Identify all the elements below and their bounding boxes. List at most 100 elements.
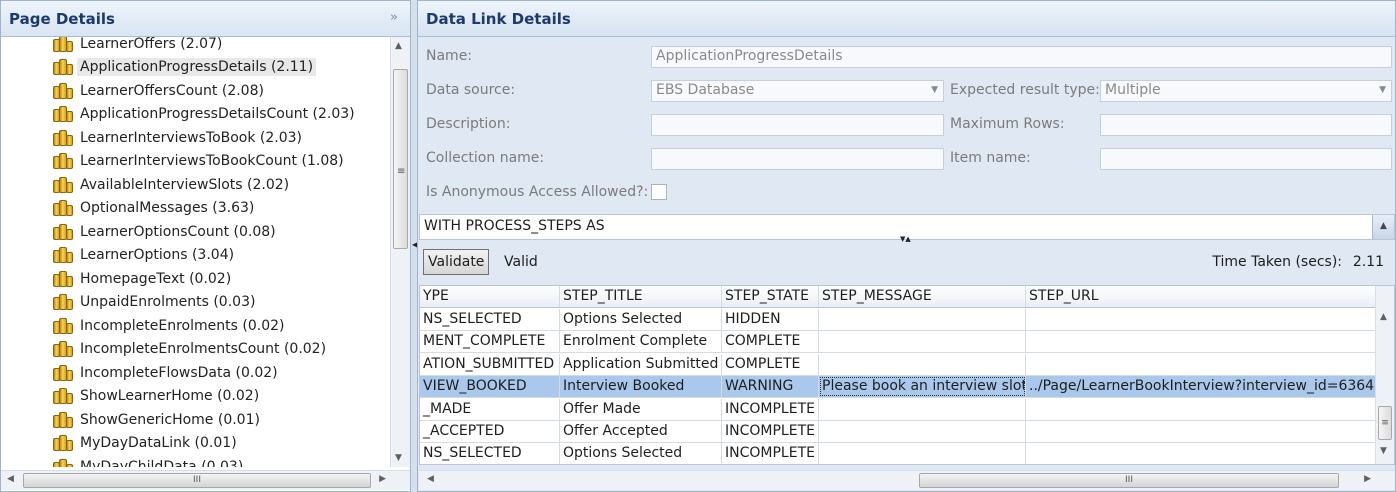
column-header[interactable]: STEP_TITLE (560, 286, 722, 307)
column-header[interactable]: STEP_MESSAGE (819, 286, 1026, 307)
table-cell[interactable]: INCOMPLETE (722, 443, 819, 464)
table-cell[interactable] (1026, 443, 1378, 464)
description-field[interactable] (651, 114, 944, 136)
table-cell[interactable]: Offer Made (560, 398, 722, 420)
maximum-rows-field[interactable] (1100, 114, 1392, 136)
table-cell[interactable]: WARNING (722, 376, 819, 398)
table-row[interactable]: _ACCEPTED Offer Accepted INCOMPLETE (420, 421, 1378, 443)
table-cell[interactable] (819, 309, 1026, 330)
scroll-left-icon[interactable]: ◀ (7, 474, 14, 484)
scroll-thumb[interactable]: ≡ (393, 69, 408, 249)
table-cell[interactable] (819, 398, 1026, 420)
tree-item[interactable]: LearnerOffers (2.07) (53, 37, 225, 55)
tree-item[interactable]: IncompleteFlowsData (0.02) (53, 361, 281, 384)
scroll-right-icon[interactable]: ▶ (379, 474, 386, 484)
table-row[interactable]: NS_SELECTED Options Selected HIDDEN (420, 309, 1378, 331)
table-cell[interactable]: _MADE (420, 398, 560, 420)
table-cell[interactable]: COMPLETE (722, 331, 819, 353)
table-cell[interactable] (1026, 353, 1378, 375)
tree-item[interactable]: LearnerOptionsCount (0.08) (53, 220, 279, 243)
tree-item[interactable]: HomepageText (0.02) (53, 267, 234, 290)
expected-result-select[interactable]: Multiple ▼ (1100, 80, 1392, 102)
scroll-down-icon[interactable]: ▼ (1380, 446, 1387, 456)
datasource-select[interactable]: EBS Database ▼ (651, 80, 944, 102)
scroll-left-icon[interactable]: ◀ (427, 474, 434, 484)
table-row[interactable]: _MADE Offer Made INCOMPLETE (420, 398, 1378, 421)
table-cell[interactable]: Offer Accepted (560, 421, 722, 442)
table-cell[interactable] (1026, 309, 1378, 330)
table-cell[interactable]: Interview Booked (560, 376, 722, 398)
scroll-up-icon[interactable]: ▲ (395, 41, 402, 51)
table-cell[interactable] (819, 353, 1026, 375)
table-cell[interactable]: Enrolment Complete (560, 331, 722, 353)
tree-item[interactable]: ShowLearnerHome (0.02) (53, 385, 262, 408)
scroll-up-icon[interactable]: ▲ (1380, 312, 1387, 322)
table-cell[interactable]: Options Selected (560, 309, 722, 330)
scroll-right-icon[interactable]: ▶ (1364, 474, 1371, 484)
scroll-up-icon[interactable]: ▲ (1372, 215, 1394, 239)
tree-item[interactable]: LearnerInterviewsToBook (2.03) (53, 126, 305, 149)
table-cell[interactable]: NS_SELECTED (420, 309, 560, 330)
database-icon (53, 105, 75, 123)
table-cell[interactable] (819, 331, 1026, 353)
page-details-title: Page Details (9, 9, 115, 28)
tree-item[interactable]: LearnerOffersCount (2.08) (53, 79, 267, 102)
tree-item[interactable]: LearnerOptions (3.04) (53, 244, 237, 267)
database-icon (53, 129, 75, 147)
validate-button[interactable]: Validate (423, 249, 490, 275)
name-field[interactable]: ApplicationProgressDetails (651, 46, 1392, 68)
table-row[interactable]: NS_SELECTED Options Selected INCOMPLETE (420, 443, 1378, 464)
table-cell[interactable]: VIEW_BOOKED (420, 376, 560, 398)
table-cell[interactable] (1026, 331, 1378, 353)
scroll-down-icon[interactable]: ▼ (395, 453, 402, 463)
table-cell[interactable]: Application Submitted (560, 353, 722, 375)
tree-item[interactable]: ApplicationProgressDetails (2.11) (53, 56, 317, 79)
table-cell[interactable]: _ACCEPTED (420, 421, 560, 442)
table-cell[interactable] (1026, 421, 1378, 442)
collapse-chevron-icon[interactable]: » (390, 10, 398, 25)
database-icon (53, 58, 75, 76)
tree-item[interactable]: MyDayChildData (0.03) (53, 455, 246, 467)
tree-item[interactable]: LearnerInterviewsToBookCount (1.08) (53, 150, 347, 173)
tree-item[interactable]: UnpaidEnrolments (0.03) (53, 291, 258, 314)
scroll-thumb[interactable]: III (919, 473, 1339, 488)
table-row[interactable]: VIEW_BOOKED Interview Booked WARNING Please… (420, 376, 1378, 399)
tree-vertical-scrollbar[interactable]: ▲ ≡ ▼ (390, 37, 410, 467)
anonymous-access-checkbox[interactable] (651, 184, 667, 200)
table-cell[interactable] (819, 421, 1026, 442)
table-cell[interactable]: Options Selected (560, 443, 722, 464)
tree-item[interactable]: AvailableInterviewSlots (2.02) (53, 173, 292, 196)
scroll-thumb[interactable]: III (23, 473, 371, 488)
resize-handle-icon[interactable]: ▼▲ (900, 235, 911, 243)
table-cell[interactable]: INCOMPLETE (722, 421, 819, 442)
tree-item[interactable]: ShowGenericHome (0.01) (53, 408, 263, 431)
tree-item[interactable]: OptionalMessages (3.63) (53, 197, 257, 220)
column-header[interactable]: STEP_STATE (722, 286, 819, 307)
table-cell[interactable]: COMPLETE (722, 353, 819, 375)
grid-horizontal-scrollbar[interactable]: ◀ III ▶ (419, 470, 1395, 490)
column-header[interactable]: YPE (420, 286, 560, 307)
table-cell[interactable]: MENT_COMPLETE (420, 331, 560, 353)
table-cell[interactable]: HIDDEN (722, 309, 819, 330)
column-header[interactable]: STEP_URL (1026, 286, 1378, 307)
collection-name-field[interactable] (651, 148, 944, 170)
table-cell[interactable] (819, 443, 1026, 464)
data-link-tree: LearnerOffers (2.07) ApplicationProgressD… (1, 37, 390, 467)
table-cell[interactable]: ATION_SUBMITTED (420, 353, 560, 375)
scroll-thumb[interactable]: ≡ (1378, 406, 1392, 440)
tree-item[interactable]: IncompleteEnrolments (0.02) (53, 314, 287, 337)
tree-item[interactable]: ApplicationProgressDetailsCount (2.03) (53, 103, 358, 126)
item-name-field[interactable] (1100, 148, 1392, 170)
tree-item-label: LearnerOptionsCount (0.08) (80, 223, 276, 240)
table-cell[interactable] (1026, 398, 1378, 420)
tree-item[interactable]: IncompleteEnrolmentsCount (0.02) (53, 338, 329, 361)
grid-vertical-scrollbar[interactable]: ▲ ≡ ▼ (1375, 286, 1394, 464)
table-cell[interactable]: NS_SELECTED (420, 443, 560, 464)
table-row[interactable]: MENT_COMPLETE Enrolment Complete COMPLETE (420, 331, 1378, 354)
table-cell[interactable]: INCOMPLETE (722, 398, 819, 420)
table-cell[interactable]: Please book an interview slot (819, 376, 1026, 398)
tree-horizontal-scrollbar[interactable]: ◀ III ▶ (1, 470, 410, 490)
table-row[interactable]: ATION_SUBMITTED Application Submitted COMP… (420, 353, 1378, 376)
tree-item[interactable]: MyDayDataLink (0.01) (53, 432, 240, 455)
table-cell[interactable]: ../Page/LearnerBookInterview?interview_i… (1026, 376, 1378, 398)
